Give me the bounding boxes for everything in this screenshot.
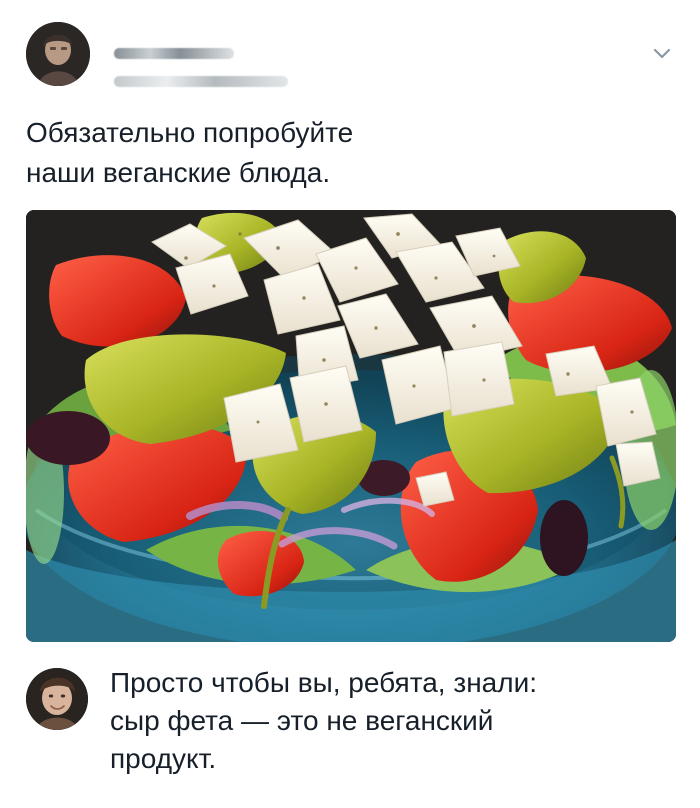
reply-author-avatar[interactable] xyxy=(26,668,88,730)
author-avatar-image xyxy=(26,22,90,86)
tweet-text: Обязательно попробуйте наши веганские бл… xyxy=(26,117,354,188)
author-avatar[interactable] xyxy=(26,22,90,86)
tweet-header xyxy=(26,22,676,92)
author-handle-blurred[interactable] xyxy=(114,76,288,87)
tweet-photo-greek-salad[interactable] xyxy=(26,210,676,642)
reply-text: Просто чтобы вы, ребята, знали: сыр фета… xyxy=(110,667,537,774)
salad-illustration xyxy=(26,210,676,642)
chevron-down-icon[interactable] xyxy=(648,40,676,68)
author-name-blurred[interactable] xyxy=(114,48,234,59)
tweet-card: Обязательно попробуйте наши веганские бл… xyxy=(0,0,700,808)
reply-author-avatar-image xyxy=(26,668,88,730)
reply-card: Просто чтобы вы, ребята, знали: сыр фета… xyxy=(26,664,676,784)
